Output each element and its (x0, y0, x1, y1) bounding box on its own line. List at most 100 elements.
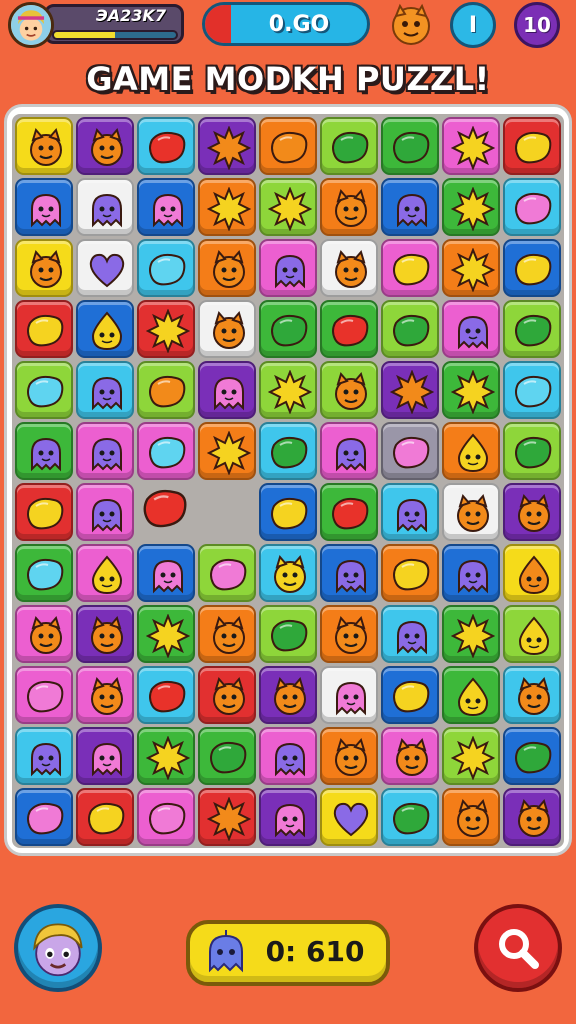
orange-monster-icon[interactable] (388, 2, 434, 48)
board-tile[interactable] (15, 422, 73, 480)
board-tile[interactable] (381, 300, 439, 358)
board-tile[interactable] (137, 300, 195, 358)
board-tile[interactable] (137, 605, 195, 663)
board-tile[interactable] (320, 788, 378, 846)
board-tile[interactable] (442, 788, 500, 846)
board-tile[interactable] (259, 605, 317, 663)
board-tile[interactable] (15, 300, 73, 358)
board-tile[interactable] (442, 117, 500, 175)
board-tile[interactable] (503, 605, 561, 663)
board-tile[interactable] (320, 483, 378, 541)
board-tile[interactable] (442, 727, 500, 785)
board-tile[interactable] (76, 422, 134, 480)
board-tile[interactable] (15, 239, 73, 297)
board-tile[interactable] (259, 422, 317, 480)
board-tile[interactable] (381, 666, 439, 724)
board-tile[interactable] (381, 178, 439, 236)
board-tile[interactable] (198, 361, 256, 419)
board-tile[interactable] (198, 422, 256, 480)
board-tile[interactable] (503, 361, 561, 419)
board-tile[interactable] (76, 605, 134, 663)
board-tile[interactable] (381, 422, 439, 480)
board-tile[interactable] (320, 117, 378, 175)
board-tile[interactable] (381, 361, 439, 419)
board-tile[interactable] (320, 544, 378, 602)
board-tile[interactable] (137, 727, 195, 785)
board-tile[interactable] (503, 178, 561, 236)
board-tile[interactable] (442, 666, 500, 724)
board-tile[interactable] (259, 361, 317, 419)
board-tile[interactable] (198, 788, 256, 846)
board-tile[interactable] (76, 666, 134, 724)
board-tile[interactable] (381, 788, 439, 846)
board-tile[interactable] (259, 239, 317, 297)
board-tile[interactable] (198, 239, 256, 297)
board-tile[interactable] (442, 239, 500, 297)
board-tile[interactable] (259, 300, 317, 358)
board-tile[interactable] (76, 483, 134, 541)
board-tile[interactable] (503, 239, 561, 297)
board-tile[interactable] (198, 544, 256, 602)
board-tile[interactable] (320, 178, 378, 236)
board-tile[interactable] (137, 361, 195, 419)
board-tile[interactable] (15, 605, 73, 663)
board-tile[interactable] (76, 239, 134, 297)
board-tile[interactable] (442, 483, 500, 541)
board-tile[interactable] (442, 544, 500, 602)
board-tile[interactable] (15, 483, 73, 541)
board-tile[interactable] (442, 178, 500, 236)
board-tile[interactable] (320, 300, 378, 358)
board-tile[interactable] (320, 422, 378, 480)
board-tile[interactable] (259, 483, 317, 541)
board-tile[interactable] (137, 788, 195, 846)
board-tile[interactable] (442, 422, 500, 480)
search-button[interactable] (474, 904, 562, 992)
board-tile[interactable] (442, 300, 500, 358)
board-tile[interactable] (76, 117, 134, 175)
board-tile[interactable] (503, 666, 561, 724)
board-tile[interactable] (76, 178, 134, 236)
board-tile[interactable] (259, 117, 317, 175)
board-tile[interactable] (137, 666, 195, 724)
board-tile[interactable] (320, 666, 378, 724)
board-tile[interactable] (259, 788, 317, 846)
board-tile[interactable] (15, 727, 73, 785)
board-tile[interactable] (198, 178, 256, 236)
board-tile[interactable] (198, 666, 256, 724)
board-tile[interactable] (320, 361, 378, 419)
puzzle-board[interactable] (12, 114, 564, 848)
board-tile[interactable] (15, 788, 73, 846)
board-tile[interactable] (137, 544, 195, 602)
board-tile[interactable] (503, 544, 561, 602)
hero-avatar-icon[interactable] (14, 904, 102, 992)
board-tile[interactable] (76, 300, 134, 358)
board-tile[interactable] (76, 727, 134, 785)
board-tile[interactable] (198, 727, 256, 785)
board-tile[interactable] (442, 361, 500, 419)
board-tile[interactable] (137, 178, 195, 236)
board-tile[interactable] (503, 727, 561, 785)
board-tile[interactable] (76, 544, 134, 602)
board-tile[interactable] (381, 605, 439, 663)
board-tile[interactable] (503, 788, 561, 846)
board-tile[interactable] (259, 178, 317, 236)
board-tile[interactable] (137, 117, 195, 175)
board-tile[interactable] (76, 361, 134, 419)
board-tile[interactable] (381, 544, 439, 602)
board-tile[interactable] (381, 483, 439, 541)
board-tile[interactable] (320, 605, 378, 663)
board-tile[interactable] (259, 727, 317, 785)
board-tile[interactable] (320, 239, 378, 297)
board-tile[interactable] (442, 605, 500, 663)
falling-candy-piece-icon[interactable] (140, 483, 192, 535)
board-tile[interactable] (503, 422, 561, 480)
board-tile[interactable] (198, 117, 256, 175)
board-tile[interactable] (15, 544, 73, 602)
board-tile[interactable] (15, 361, 73, 419)
board-tile[interactable] (15, 666, 73, 724)
board-tile[interactable] (381, 239, 439, 297)
board-tile[interactable] (76, 788, 134, 846)
board-tile[interactable] (381, 727, 439, 785)
board-tile[interactable] (198, 300, 256, 358)
board-tile[interactable] (15, 117, 73, 175)
